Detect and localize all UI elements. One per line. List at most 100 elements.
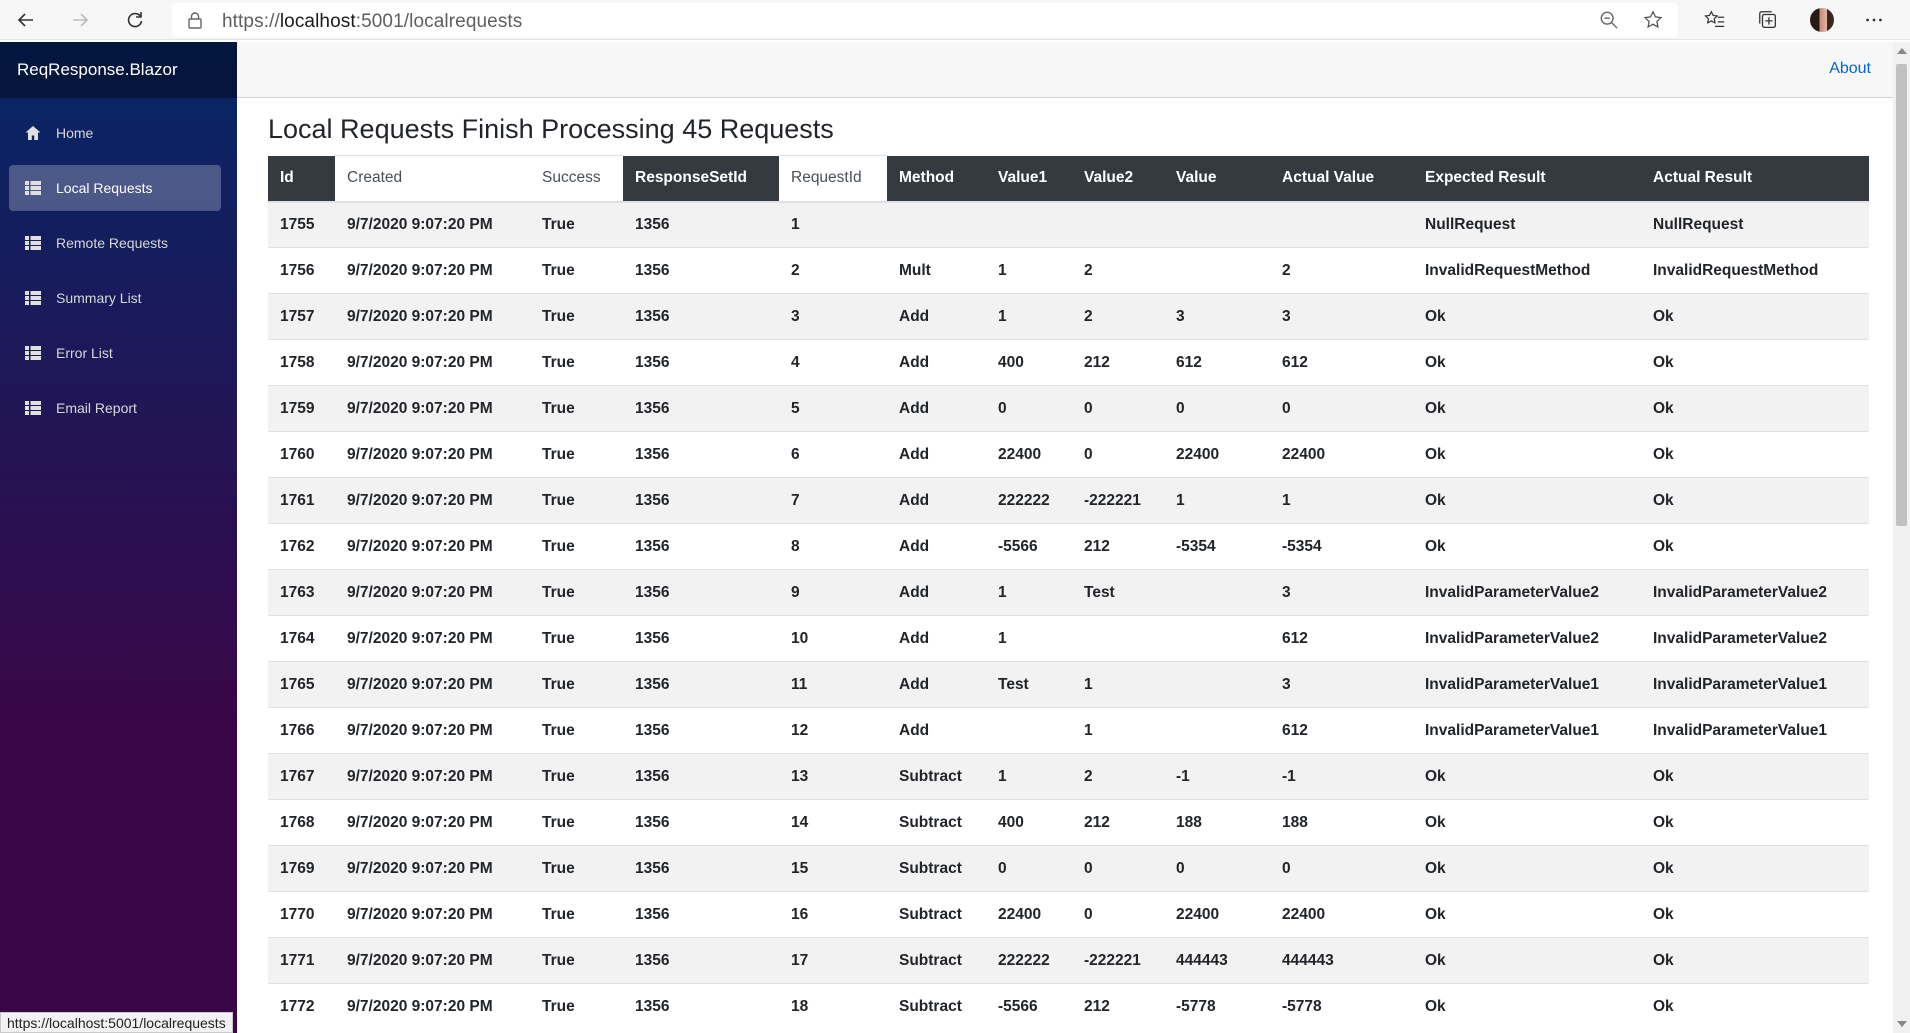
cell-value2: 1	[1072, 707, 1164, 754]
sidebar-item-local-requests[interactable]: Local Requests	[9, 165, 221, 211]
cell-success: True	[530, 799, 623, 846]
profile-avatar[interactable]	[1810, 8, 1834, 32]
cell-requestid: 8	[779, 523, 887, 570]
cell-responsesetid: 1356	[623, 523, 779, 570]
cell-value: 22400	[1164, 891, 1270, 938]
brand-name[interactable]: ReqResponse.Blazor	[17, 60, 178, 80]
cell-id: 1770	[268, 891, 335, 938]
forward-icon[interactable]	[66, 6, 94, 34]
list-icon	[24, 289, 42, 307]
cell-actual-value: 612	[1270, 615, 1413, 662]
lock-icon	[188, 12, 202, 29]
table-header-row: Id Created Success ResponseSetId Request…	[268, 155, 1869, 203]
cell-value2: -222221	[1072, 937, 1164, 984]
table-body: 1755 9/7/2020 9:07:20 PM True 1356 1 NullRequ…	[268, 201, 1869, 1030]
brand-bar: ReqResponse.Blazor	[0, 42, 237, 98]
more-options-icon[interactable]	[1862, 8, 1886, 32]
cell-value1: 222222	[986, 477, 1072, 524]
refresh-icon[interactable]	[121, 6, 149, 34]
cell-expected-result: Ok	[1413, 799, 1641, 846]
cell-method: Add	[887, 569, 986, 616]
sidebar-item-email-report[interactable]: Email Report	[9, 385, 221, 431]
cell-method: Add	[887, 707, 986, 754]
sidebar: ReqResponse.Blazor Home Local Requests R…	[0, 42, 237, 1033]
cell-id: 1771	[268, 937, 335, 984]
cell-actual-result: InvalidParameterValue2	[1641, 615, 1869, 662]
url-text[interactable]: https://localhost:5001/localrequests	[222, 11, 522, 33]
sidebar-item-summary-list[interactable]: Summary List	[9, 275, 221, 321]
cell-actual-result: Ok	[1641, 983, 1869, 1030]
cell-responsesetid: 1356	[623, 937, 779, 984]
cell-actual-result: Ok	[1641, 753, 1869, 800]
cell-value	[1164, 661, 1270, 708]
scroll-thumb[interactable]	[1896, 64, 1907, 526]
cell-id: 1764	[268, 615, 335, 662]
cell-value1: 0	[986, 385, 1072, 432]
favorites-icon[interactable]	[1703, 8, 1727, 32]
cell-success: True	[530, 661, 623, 708]
list-icon	[24, 399, 42, 417]
table-row: 1759 9/7/2020 9:07:20 PM True 1356 5 Add 0 0 0 0 O…	[268, 385, 1869, 432]
column-header-value2[interactable]: Value2	[1072, 155, 1164, 203]
scroll-down-arrow[interactable]	[1897, 1021, 1907, 1027]
cell-created: 9/7/2020 9:07:20 PM	[335, 247, 530, 294]
cell-requestid: 18	[779, 983, 887, 1030]
column-header-actual-result[interactable]: Actual Result	[1641, 155, 1869, 203]
column-header-responsesetid[interactable]: ResponseSetId	[623, 155, 779, 203]
cell-success: True	[530, 707, 623, 754]
cell-requestid: 10	[779, 615, 887, 662]
cell-id: 1772	[268, 983, 335, 1030]
cell-actual-result: Ok	[1641, 799, 1869, 846]
cell-value1: 1	[986, 569, 1072, 616]
cell-success: True	[530, 983, 623, 1030]
cell-expected-result: InvalidParameterValue1	[1413, 661, 1641, 708]
column-header-success[interactable]: Success	[530, 155, 623, 203]
cell-responsesetid: 1356	[623, 753, 779, 800]
cell-created: 9/7/2020 9:07:20 PM	[335, 293, 530, 340]
cell-value1: Test	[986, 661, 1072, 708]
address-bar[interactable]: https://localhost:5001/localrequests	[172, 3, 1678, 37]
list-icon	[24, 234, 42, 252]
sidebar-item-home[interactable]: Home	[9, 110, 221, 156]
column-header-created[interactable]: Created	[335, 155, 530, 203]
cell-created: 9/7/2020 9:07:20 PM	[335, 661, 530, 708]
cell-value	[1164, 569, 1270, 616]
cell-success: True	[530, 615, 623, 662]
column-header-value1[interactable]: Value1	[986, 155, 1072, 203]
cell-value2: 212	[1072, 983, 1164, 1030]
cell-requestid: 11	[779, 661, 887, 708]
column-header-expected-result[interactable]: Expected Result	[1413, 155, 1641, 203]
page-scrollbar[interactable]	[1893, 42, 1910, 1033]
cell-requestid: 14	[779, 799, 887, 846]
column-header-actual-value[interactable]: Actual Value	[1270, 155, 1413, 203]
favorite-star-icon[interactable]	[1642, 9, 1664, 31]
about-link[interactable]: About	[1829, 60, 1871, 78]
cell-value: 1	[1164, 477, 1270, 524]
sidebar-item-label: Home	[56, 125, 94, 141]
cell-id: 1763	[268, 569, 335, 616]
cell-actual-result: Ok	[1641, 431, 1869, 478]
column-header-id[interactable]: Id	[268, 155, 335, 203]
sidebar-item-remote-requests[interactable]: Remote Requests	[9, 220, 221, 266]
cell-id: 1768	[268, 799, 335, 846]
table-row: 1767 9/7/2020 9:07:20 PM True 1356 13 Subtrac…	[268, 753, 1869, 800]
collections-icon[interactable]	[1756, 8, 1780, 32]
cell-created: 9/7/2020 9:07:20 PM	[335, 569, 530, 616]
cell-value1: 1	[986, 615, 1072, 662]
cell-value	[1164, 707, 1270, 754]
cell-created: 9/7/2020 9:07:20 PM	[335, 339, 530, 386]
column-header-requestid[interactable]: RequestId	[779, 155, 887, 203]
scroll-up-arrow[interactable]	[1897, 48, 1907, 54]
column-header-method[interactable]: Method	[887, 155, 986, 203]
back-icon[interactable]	[12, 6, 40, 34]
cell-method: Add	[887, 385, 986, 432]
zoom-icon[interactable]	[1598, 9, 1620, 31]
cell-value1: 0	[986, 845, 1072, 892]
cell-value2: 2	[1072, 753, 1164, 800]
sidebar-item-error-list[interactable]: Error List	[9, 330, 221, 376]
cell-method: Subtract	[887, 753, 986, 800]
cell-expected-result: Ok	[1413, 477, 1641, 524]
column-header-value[interactable]: Value	[1164, 155, 1270, 203]
cell-responsesetid: 1356	[623, 247, 779, 294]
cell-actual-value: 188	[1270, 799, 1413, 846]
